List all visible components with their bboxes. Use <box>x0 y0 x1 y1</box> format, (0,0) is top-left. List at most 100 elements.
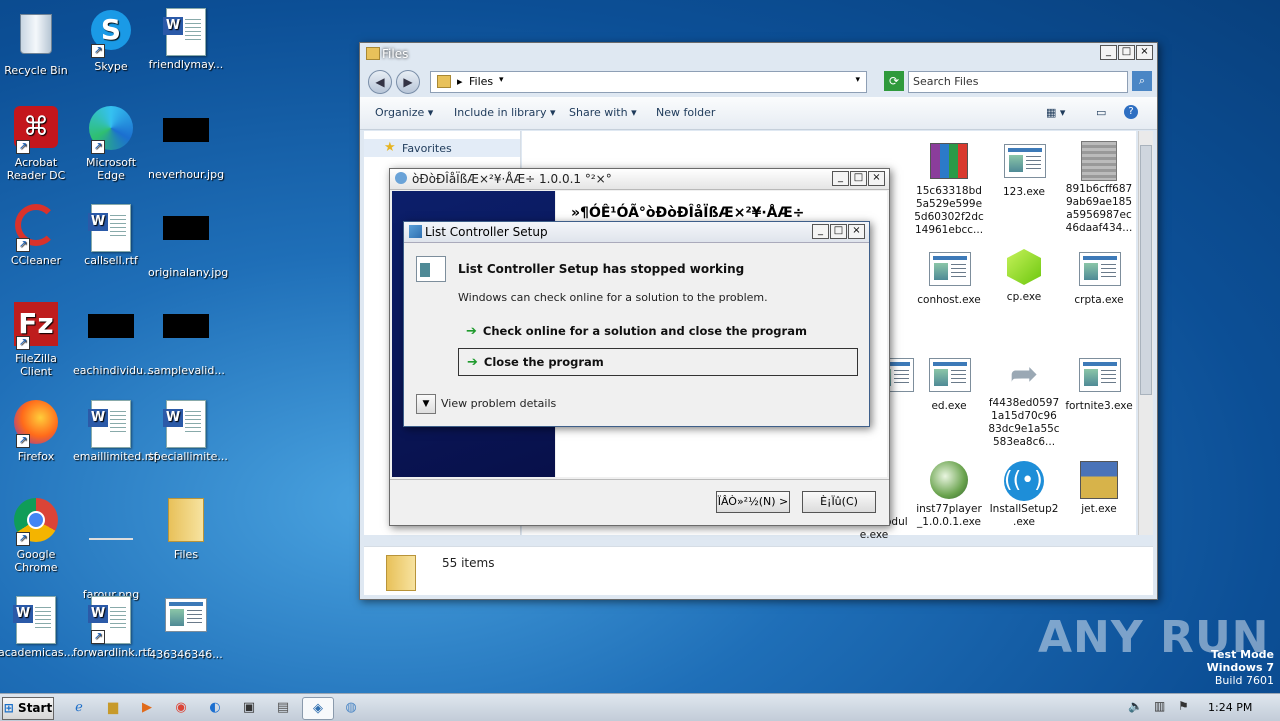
file-item[interactable]: ➦ f4438ed0597 1a15d70c96 83dc9e1a55c 583… <box>987 355 1061 449</box>
share-with-menu[interactable]: Share with ▾ <box>569 106 637 119</box>
check-online-option[interactable]: ➔ Check online for a solution and close t… <box>458 318 856 344</box>
windows-logo-icon: ⊞ <box>3 701 14 715</box>
firefox-icon[interactable]: ↗ Firefox <box>0 400 74 463</box>
file-item[interactable]: crpta.exe <box>1062 249 1136 307</box>
skype-icon[interactable]: S ↗ Skype <box>73 8 149 73</box>
neverhour-jpg-icon[interactable]: neverhour.jpg <box>148 106 224 181</box>
file-item[interactable]: 891b6cff687 9ab69ae185 a5956987ec 46daaf… <box>1062 141 1136 235</box>
setup-taskbar-icon[interactable]: ◈ <box>302 697 334 720</box>
file-item[interactable]: fortnite3.exe <box>1062 355 1136 413</box>
maximize-button[interactable]: □ <box>830 224 847 239</box>
maximize-button[interactable]: □ <box>1118 45 1135 60</box>
installer-heading: »¶Ó­Ê¹ÓÃ°òÐòÐÎåÏßÆ×²¥·ÅÆ÷ <box>571 205 805 221</box>
close-button[interactable]: × <box>868 171 885 186</box>
breadcrumb[interactable]: Files <box>469 75 493 88</box>
clock[interactable]: 1:24 PM <box>1208 701 1252 714</box>
include-library-menu[interactable]: Include in library ▾ <box>454 106 555 119</box>
emaillimited-rtf-icon[interactable]: W emaillimited.rtf <box>73 400 158 463</box>
originalany-jpg-icon[interactable]: originalany.jpg <box>148 204 228 279</box>
academicas-icon[interactable]: W academicas... <box>0 596 74 659</box>
preview-pane-icon[interactable]: ▭ <box>1096 106 1106 119</box>
friendlymay-file-icon[interactable]: W friendlymay... <box>148 8 224 71</box>
test-mode-label: Test Mode Windows 7 Build 7601 <box>1206 648 1274 687</box>
error-titlebar[interactable]: List Controller Setup _ □ × <box>404 222 869 243</box>
cancel-button[interactable]: È¡Ïû(C) <box>802 491 876 513</box>
file-item[interactable]: ed.exe <box>912 355 986 413</box>
samplevalid-icon[interactable]: samplevalid... <box>148 302 225 377</box>
next-button[interactable]: ÏÂÒ»²½(N) > <box>716 491 790 513</box>
ccleaner-icon[interactable]: ↗ CCleaner <box>0 204 74 267</box>
favorites-item[interactable]: ★ Favorites <box>364 139 520 157</box>
folder-icon <box>437 75 451 88</box>
new-folder-button[interactable]: New folder <box>656 106 715 119</box>
explorer-taskbar-icon[interactable]: ▆ <box>98 697 128 718</box>
forwardlink-rtf-icon[interactable]: W ↗ forwardlink.rtf <box>73 596 151 659</box>
google-chrome-icon[interactable]: ↗ Google Chrome <box>0 498 74 574</box>
acrobat-reader-icon[interactable]: ⌘ ↗ Acrobat Reader DC <box>0 106 74 182</box>
forward-button[interactable]: ▶ <box>396 70 420 94</box>
refresh-icon[interactable]: ⟳ <box>884 71 904 91</box>
edge-taskbar-icon[interactable]: ◐ <box>200 697 230 718</box>
recycle-bin-icon[interactable]: Recycle Bin <box>0 8 74 77</box>
file-item[interactable]: 123.exe <box>987 141 1061 199</box>
minimize-button[interactable]: _ <box>1100 45 1117 60</box>
chrome-taskbar-icon[interactable]: ◉ <box>166 697 196 718</box>
green-arrow-icon: ➔ <box>466 324 477 339</box>
file-item[interactable]: jet.exe <box>1062 461 1136 516</box>
close-button[interactable]: × <box>1136 45 1153 60</box>
green-arrow-icon: ➔ <box>467 355 478 370</box>
files-folder-icon[interactable]: Files <box>148 498 224 561</box>
command-bar: Organize ▾ Include in library ▾ Share wi… <box>360 97 1157 130</box>
help-icon[interactable]: ? <box>1124 105 1138 119</box>
installer-titlebar[interactable]: òÐòÐÎåÏßÆ×²¥·ÅÆ÷ 1.0.0.1 °²×° _ □ × <box>390 169 889 190</box>
address-dropdown-icon[interactable]: ▾ <box>855 75 860 85</box>
exe-icon <box>1079 358 1121 396</box>
organize-menu[interactable]: Organize ▾ <box>375 106 433 119</box>
app-icon <box>395 172 407 184</box>
eachindividu-icon[interactable]: eachindividu... <box>73 302 154 377</box>
network-icon[interactable]: ▥ <box>1154 699 1165 713</box>
filezilla-icon[interactable]: Fz ↗ FileZilla Client <box>0 302 74 378</box>
search-icon[interactable]: ⌕ <box>1132 71 1152 91</box>
view-details-label[interactable]: View problem details <box>441 397 556 410</box>
installer-taskbar-icon[interactable]: ▤ <box>268 697 298 718</box>
volume-icon[interactable]: 🔈 <box>1128 699 1143 713</box>
file-item[interactable]: ((•)) InstallSetup2 .exe <box>987 461 1061 529</box>
view-options-icon[interactable]: ▦ ▾ <box>1046 106 1065 119</box>
microsoft-edge-icon[interactable]: ↗ Microsoft Edge <box>73 106 149 182</box>
exe-icon <box>1079 252 1121 290</box>
error-message: Windows can check online for a solution … <box>458 291 768 304</box>
file-item[interactable]: inst77player _1.0.0.1.exe <box>912 461 986 529</box>
file-item[interactable]: 15c63318bd 5a529e599e 5d60302f2dc 14961e… <box>912 141 986 237</box>
network-app-taskbar-icon[interactable]: ▣ <box>234 697 264 718</box>
search-input[interactable]: Search Files <box>908 71 1128 93</box>
callsell-rtf-icon[interactable]: W callsell.rtf <box>73 204 149 267</box>
scrollbar-thumb[interactable] <box>1140 145 1152 395</box>
back-button[interactable]: ◀ <box>368 70 392 94</box>
maximize-button[interactable]: □ <box>850 171 867 186</box>
error-heading: List Controller Setup has stopped workin… <box>458 262 745 276</box>
start-button[interactable]: ⊞ Start <box>2 697 54 720</box>
minimize-button[interactable]: _ <box>832 171 849 186</box>
flag-icon[interactable]: ⚑ <box>1178 699 1189 713</box>
close-program-option[interactable]: ➔ Close the program <box>458 348 858 376</box>
app-taskbar-icon[interactable]: ◍ <box>336 697 366 718</box>
ie-taskbar-icon[interactable]: ℯ <box>64 697 94 718</box>
star-icon: ★ <box>384 140 396 155</box>
speciallimite-icon[interactable]: W speciallimite... <box>148 400 228 463</box>
minimize-button[interactable]: _ <box>812 224 829 239</box>
setup-icon <box>1079 461 1119 499</box>
expand-details-button[interactable]: ▼ <box>416 394 436 414</box>
436346346-exe-icon[interactable]: 436346346... <box>148 596 224 661</box>
media-player-taskbar-icon[interactable]: ▶ <box>132 697 162 718</box>
nsis-installer-icon <box>929 461 969 499</box>
folder-icon <box>366 47 380 60</box>
explorer-titlebar[interactable]: Files _ □ × <box>360 43 1157 63</box>
file-item[interactable]: conhost.exe <box>912 249 986 307</box>
vertical-scrollbar[interactable] <box>1138 131 1153 535</box>
chevron-down-icon[interactable]: ▾ <box>499 75 504 85</box>
close-button[interactable]: × <box>848 224 865 239</box>
file-item[interactable]: cp.exe <box>987 249 1061 304</box>
address-bar[interactable]: ▸ Files ▾ ▾ <box>430 71 867 93</box>
farour-png-icon[interactable]: farour.png <box>73 498 149 601</box>
